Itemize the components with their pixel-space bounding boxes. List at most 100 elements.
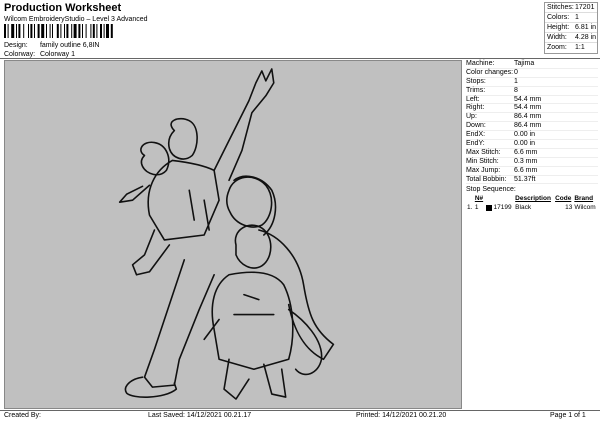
barcode-bar bbox=[30, 24, 33, 38]
color-swatch bbox=[485, 204, 492, 211]
barcode bbox=[4, 24, 113, 38]
printed: Printed: 14/12/2021 00.21.20 bbox=[356, 412, 447, 419]
stat-row: Zoom: 1:1 bbox=[545, 43, 597, 53]
stat-key: Zoom: bbox=[547, 44, 567, 51]
design-preview bbox=[4, 60, 462, 409]
param-value: 8 bbox=[514, 86, 518, 94]
stat-key: Height: bbox=[547, 24, 570, 31]
col-brand: Brand bbox=[574, 195, 594, 203]
cell-n: 1 bbox=[474, 204, 479, 212]
outline-lower-legs bbox=[143, 259, 215, 388]
header-divider bbox=[0, 58, 600, 59]
param-key: EndY: bbox=[466, 140, 485, 148]
barcode-bar bbox=[18, 24, 21, 38]
barcode-bar bbox=[49, 24, 51, 38]
param-value: 0.3 mm bbox=[514, 157, 538, 165]
barcode-bar bbox=[16, 24, 17, 38]
outline-head-woman bbox=[226, 176, 273, 228]
col-code: Code bbox=[555, 195, 572, 203]
design-label: Design: bbox=[4, 42, 28, 49]
table-row: 1. 1 17199 Black 13 Wilcom bbox=[466, 203, 598, 212]
barcode-bar bbox=[106, 24, 109, 38]
param-row: Min Stitch: 0.3 mm bbox=[466, 158, 598, 167]
param-key: Min Stitch: bbox=[466, 157, 499, 165]
param-row: Down: 86.4 mm bbox=[466, 122, 598, 132]
stat-key: Colors: bbox=[547, 14, 570, 21]
stop-sequence-table: N# Description Code Brand 1. 1 17199 Bla… bbox=[466, 194, 598, 212]
param-value: 0 bbox=[514, 68, 518, 76]
design-row: Design: family outline 6,8IN bbox=[4, 42, 99, 49]
param-row: Max Jump: 6.6 mm bbox=[466, 167, 598, 176]
barcode-bar bbox=[7, 24, 9, 38]
barcode-bar bbox=[46, 24, 47, 38]
stat-row: Stitches: 17201 bbox=[545, 3, 597, 13]
outline-shoe bbox=[124, 376, 178, 398]
created-by: Created By: bbox=[4, 412, 41, 419]
stop-sequence-title: Stop Sequence: bbox=[466, 186, 516, 194]
stat-value: 4.28 in bbox=[575, 34, 597, 41]
stat-value: 1:1 bbox=[575, 44, 585, 51]
barcode-bar bbox=[82, 24, 83, 38]
param-value: 51.37ft bbox=[514, 175, 536, 183]
outline-head-left bbox=[140, 141, 170, 176]
param-key: Trims: bbox=[466, 86, 486, 94]
colorway-label: Colorway: bbox=[4, 51, 36, 58]
param-row: EndX: 0.00 in bbox=[466, 131, 598, 141]
barcode-bar bbox=[37, 24, 40, 38]
cell-swatch: 17199 bbox=[485, 203, 514, 212]
param-key: Left: bbox=[466, 95, 480, 103]
param-row: Machine: Tajima bbox=[466, 60, 598, 69]
col-stop bbox=[466, 194, 474, 203]
param-value: 0.00 in bbox=[514, 131, 536, 139]
barcode-bar bbox=[56, 24, 59, 38]
barcode-bar bbox=[100, 24, 102, 38]
outline-woman-hair bbox=[233, 175, 277, 236]
software-name: Wilcom EmbroideryStudio – Level 3 Advanc… bbox=[4, 16, 148, 23]
cell-description: Black bbox=[515, 204, 532, 212]
embroidery-outline-drawing bbox=[118, 68, 335, 400]
outline-raised-arm bbox=[213, 68, 275, 182]
barcode-bar bbox=[110, 24, 113, 38]
barcode-bar bbox=[66, 24, 69, 38]
param-row: Up: 86.4 mm bbox=[466, 113, 598, 123]
param-row: Trims: 8 bbox=[466, 87, 598, 96]
col-n: N# bbox=[474, 195, 484, 203]
stat-row: Height: 6.81 in bbox=[545, 23, 597, 33]
barcode-bar bbox=[23, 24, 25, 38]
param-row: Color changes: 0 bbox=[466, 69, 598, 78]
barcode-bar bbox=[4, 24, 6, 38]
barcode-bar bbox=[11, 24, 15, 38]
param-value: Tajima bbox=[514, 60, 535, 67]
footer: Created By: Last Saved: 14/12/2021 00.21… bbox=[0, 412, 600, 422]
barcode-bar bbox=[78, 24, 81, 38]
param-value: 0.00 in bbox=[514, 140, 536, 148]
param-key: Stops: bbox=[466, 77, 486, 85]
cell-brand: Wilcom bbox=[574, 204, 596, 212]
parameters-panel: Machine: Tajima Color changes: 0 Stops: 1 T… bbox=[466, 60, 598, 212]
cell-code: 13 bbox=[565, 204, 573, 212]
param-key: Machine: bbox=[466, 60, 495, 67]
param-value: 54.4 mm bbox=[514, 95, 542, 103]
stats-box: Stitches: 17201 Colors: 1 Height: 6.81 in W… bbox=[544, 2, 598, 54]
param-key: Max Stitch: bbox=[466, 148, 501, 156]
colorway-value: Colorway 1 bbox=[39, 51, 75, 58]
cell-stitches: 17199 bbox=[493, 204, 512, 212]
param-value: 6.6 mm bbox=[514, 166, 538, 174]
barcode-bar bbox=[52, 24, 53, 38]
barcode-bar bbox=[34, 24, 35, 38]
outline-left-leg bbox=[131, 229, 171, 276]
outline-left-arm bbox=[118, 184, 151, 203]
barcode-bar bbox=[90, 24, 92, 38]
param-row: EndY: 0.00 in bbox=[466, 140, 598, 149]
param-row: Stops: 1 bbox=[466, 78, 598, 87]
stat-row: Colors: 1 bbox=[545, 13, 597, 23]
outline-head-child bbox=[234, 224, 272, 269]
footer-divider bbox=[0, 410, 600, 411]
param-row: Max Stitch: 6.6 mm bbox=[466, 149, 598, 158]
barcode-bar bbox=[28, 24, 29, 38]
barcode-bar bbox=[85, 24, 87, 38]
page-title: Production Worksheet bbox=[4, 2, 122, 14]
barcode-bar bbox=[71, 24, 73, 38]
cell-stop: 1. bbox=[467, 204, 473, 212]
param-value: 86.4 mm bbox=[514, 113, 542, 121]
